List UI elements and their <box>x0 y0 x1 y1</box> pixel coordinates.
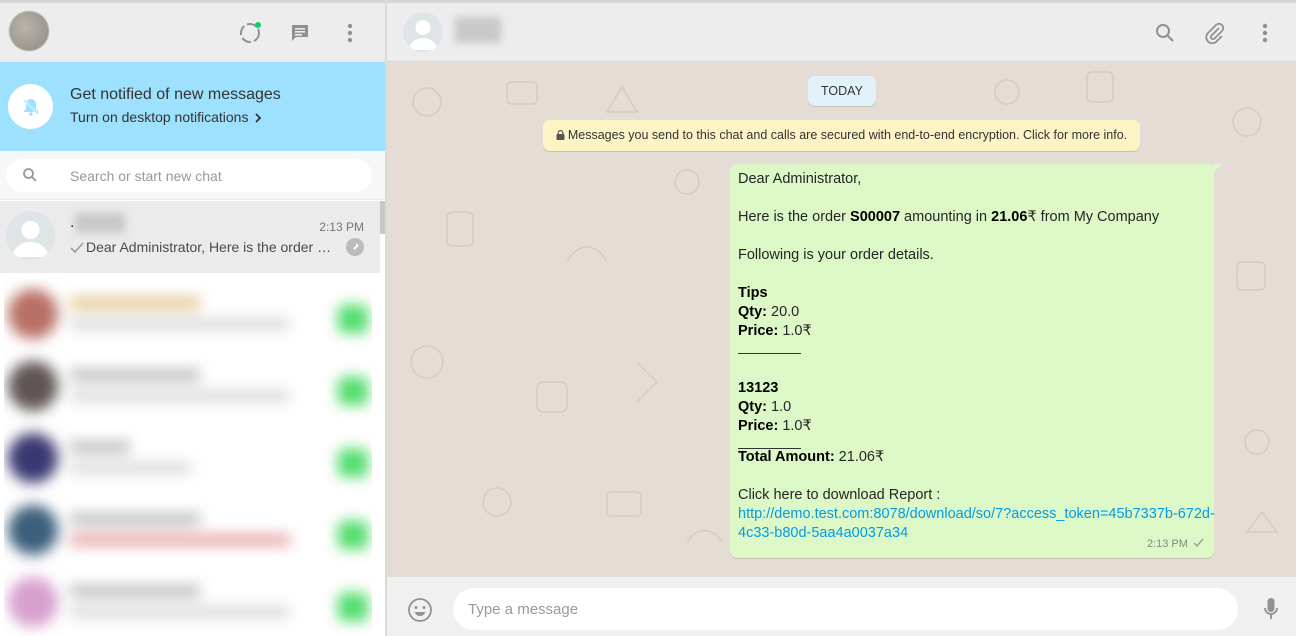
chat-list-panel: Get notified of new messages Turn on des… <box>0 3 386 636</box>
encryption-notice-text: Messages you send to this chat and calls… <box>567 128 1128 142</box>
message-time: 2:13 PM <box>1146 538 1188 550</box>
check-icon <box>70 242 84 254</box>
search-bar <box>0 151 385 200</box>
conversation-header <box>387 3 1296 62</box>
order-id: S00007 <box>850 209 901 225</box>
item-qty: Qty: 20.0 <box>738 304 800 320</box>
menu-icon[interactable] <box>1253 21 1277 45</box>
item-qty: Qty: 1.0 <box>738 399 792 415</box>
total-amount: Total Amount: 21.06₹ <box>738 449 885 465</box>
report-text: Click here to download Report : <box>738 487 941 503</box>
notification-title: Get notified of new messages <box>70 86 281 103</box>
separator-line <box>738 436 1206 449</box>
check-icon <box>1193 538 1204 548</box>
status-icon[interactable] <box>238 21 262 45</box>
chat-time: 2:13 PM <box>319 220 364 234</box>
emoji-icon[interactable] <box>407 597 433 623</box>
my-avatar[interactable] <box>9 11 49 51</box>
outgoing-message-bubble: Dear Administrator, Here is the order S0… <box>730 164 1222 558</box>
blurred-chat-row[interactable] <box>4 279 372 351</box>
report-link[interactable]: http://demo.test.com:8078/download/so/7?… <box>738 505 1215 543</box>
lock-icon <box>556 129 565 140</box>
message-input[interactable] <box>453 588 1238 630</box>
notification-banner: Get notified of new messages Turn on des… <box>0 62 385 151</box>
blurred-chat-list <box>4 279 372 636</box>
new-chat-icon[interactable] <box>288 21 312 45</box>
pin-icon[interactable] <box>346 238 364 256</box>
chevron-right-icon <box>255 113 262 123</box>
message-area: TODAY Messages you send to this chat and… <box>387 62 1296 577</box>
left-header <box>0 3 385 62</box>
whatsapp-web-app: Get notified of new messages Turn on des… <box>0 0 1296 636</box>
search-icon[interactable] <box>1153 21 1177 45</box>
chat-preview: Dear Administrator, Here is the order S0… <box>70 239 335 256</box>
bell-off-icon <box>8 84 53 129</box>
conversation-panel: TODAY Messages you send to this chat and… <box>387 3 1296 636</box>
blurred-chat-row[interactable] <box>4 423 372 495</box>
search-input[interactable] <box>70 159 360 192</box>
chat-list-item[interactable]: . 2:13 PM Dear Administrator, Here is th… <box>0 201 380 273</box>
menu-icon[interactable] <box>338 21 362 45</box>
notification-subtitle: Turn on desktop notifications <box>70 109 249 125</box>
scrollbar[interactable] <box>380 201 385 234</box>
item-name: Tips <box>738 285 768 301</box>
default-avatar-icon <box>6 211 55 260</box>
message-intro: Here is the order S00007 amounting in 21… <box>738 209 1160 225</box>
blurred-chat-row[interactable] <box>4 351 372 423</box>
encryption-notice[interactable]: Messages you send to this chat and calls… <box>543 120 1140 151</box>
contact-avatar-icon[interactable] <box>403 12 443 52</box>
order-amount: 21.06 <box>991 209 1028 225</box>
redacted-contact-name[interactable] <box>455 17 501 43</box>
separator-line <box>738 341 1206 360</box>
item-price: Price: 1.0₹ <box>738 323 812 339</box>
date-divider: TODAY <box>808 76 876 106</box>
item-name: 13123 <box>738 380 779 396</box>
item-price: Price: 1.0₹ <box>738 418 812 434</box>
chat-name: . <box>70 214 75 231</box>
enable-notifications-link[interactable]: Turn on desktop notifications <box>70 109 262 125</box>
search-box <box>6 159 372 192</box>
blurred-chat-row[interactable] <box>4 495 372 567</box>
microphone-icon[interactable] <box>1260 595 1282 623</box>
redacted-name <box>75 213 125 233</box>
paperclip-icon[interactable] <box>1203 21 1227 45</box>
chat-preview-text: Dear Administrator, Here is the order S0… <box>86 239 335 255</box>
compose-bar <box>387 577 1296 636</box>
blurred-chat-row[interactable] <box>4 567 372 636</box>
details-heading: Following is your order details. <box>738 247 934 263</box>
message-greeting: Dear Administrator, <box>738 171 862 187</box>
search-icon <box>22 167 38 188</box>
message-meta: 2:13 PM <box>1147 535 1204 554</box>
bubble-tail <box>1213 164 1222 173</box>
status-dot <box>255 22 261 28</box>
